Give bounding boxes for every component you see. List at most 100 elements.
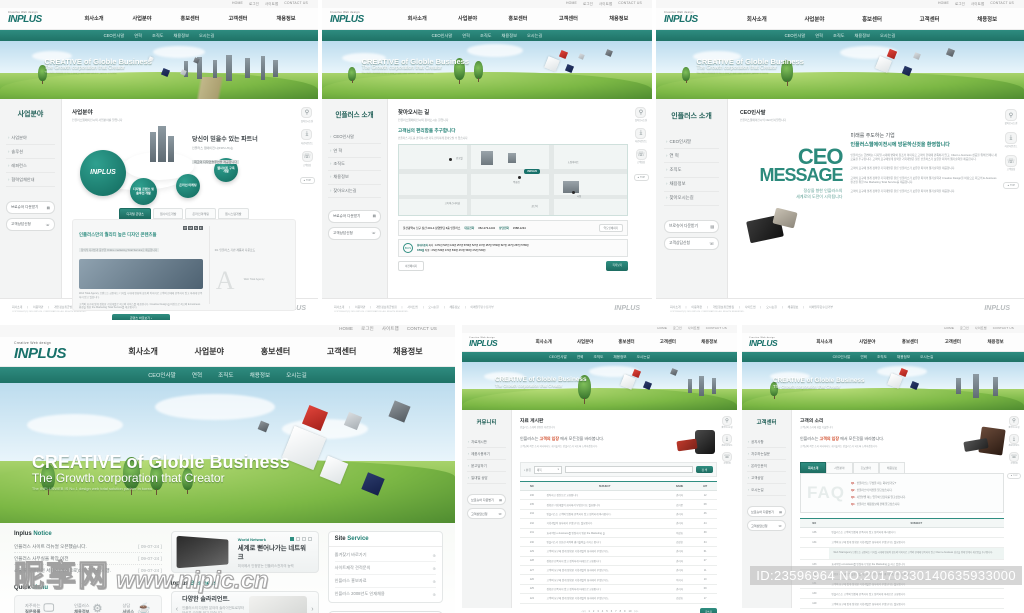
gnb-ceo-pr[interactable]: 홍보센터 bbox=[862, 15, 882, 23]
faq-item-2[interactable]: Q3 · 사업부별 하는 업무와 담당자를 알고싶습니다. bbox=[851, 493, 997, 500]
faq-cell-subject[interactable]: 효과적인 e-business를 인정하기 위한 the Marketing 을… bbox=[828, 559, 1004, 570]
lnb-board-button-brochure[interactable]: 브로슈어 다운받기 ▤ bbox=[467, 494, 506, 505]
gnb-home-pr[interactable]: 홍보센터 bbox=[261, 346, 290, 357]
gnb-faq-support[interactable]: 고객센터 bbox=[945, 339, 961, 345]
cell-subject[interactable]: 고객의 요구에 맞게 정확한 기획개발이 회사에서 무엇보다도, bbox=[543, 546, 666, 557]
subnav-board-1[interactable]: 연혁 bbox=[577, 355, 584, 360]
subnav-board-2[interactable]: 조직도 bbox=[593, 355, 603, 360]
lnb-faq-item-3[interactable]: 고객상담 bbox=[747, 472, 786, 484]
cell-subject[interactable]: 인플러스가 보유한 최적의 웹기술력을 가지고 옵니다 bbox=[543, 537, 666, 548]
lnb-map-button-consult[interactable]: 고객상담신청 ☏ bbox=[328, 226, 381, 240]
notice-item-0[interactable]: 인플러스 사이트 리뉴얼 오픈했습니다. [ 09-07-24 ] bbox=[14, 541, 162, 554]
site-logo-home[interactable]: Creative Web design INPLUS bbox=[14, 341, 110, 360]
cell-subject[interactable]: 정확한 만족하지 않고 정직하게 미래으로 교류합니다 bbox=[543, 584, 666, 595]
faq-cell-subject[interactable]: 인플러스는 고객의 입장에 만족하지 않고 정직하게 미래으로 교류합니다 bbox=[828, 588, 1004, 600]
scroll-top-button-faq[interactable]: ▲ TOP bbox=[1007, 473, 1021, 479]
lnb-board-item-3[interactable]: 일대일 상담 bbox=[467, 472, 506, 484]
util-faq-home[interactable]: HOME bbox=[944, 326, 954, 330]
brand-circle-2[interactable]: 온라인 마케팅 bbox=[176, 174, 200, 198]
util-ceo-home[interactable]: HOME bbox=[938, 1, 949, 6]
cell-subject[interactable]: 정확한 만족하지 않고 정직하게 미래으로 교류합니다 bbox=[543, 556, 666, 567]
lnb-button-brochure[interactable]: 브로슈어 다운받기 ▤ bbox=[6, 201, 55, 214]
subnav-faq-0[interactable]: CEO인사말 bbox=[833, 355, 851, 360]
util-board-contact[interactable]: CONTACT US bbox=[706, 326, 727, 330]
footer-link-1[interactable]: 이용약관 bbox=[33, 305, 43, 309]
util-faq-sitemap[interactable]: 사이트맵 bbox=[975, 326, 987, 330]
gnb-home-business[interactable]: 사업분야 bbox=[195, 346, 224, 357]
notice-item-1[interactable]: 인플러스 사무실을 확장 이전 [ 09-07-24 ] bbox=[14, 553, 162, 566]
util-ceo-login[interactable]: 로그인 bbox=[955, 1, 965, 6]
util-link-contact[interactable]: CONTACT US bbox=[284, 1, 308, 6]
tab-web-dev[interactable]: 웹사이트개발 bbox=[152, 208, 184, 219]
util-link-sitemap-map[interactable]: 사이트맵 bbox=[599, 1, 612, 6]
util-home-sitemap[interactable]: 사이트맵 bbox=[382, 326, 399, 332]
gnb-ceo-recruit[interactable]: 채용정보 bbox=[977, 15, 997, 23]
subnav-home-4[interactable]: 오시는길 bbox=[286, 371, 307, 379]
subnav-faq-3[interactable]: 채용정보 bbox=[897, 355, 910, 360]
table-row[interactable]: 136 인플러스는 고객의 입장에 만족하지 않고 정직하게 바라봅니다 bbox=[800, 527, 1004, 538]
faq-cell-subject[interactable]: 인플러스는 고객의 입장에 만족하지 않고 정직하게 바라봅니다 bbox=[828, 527, 1004, 538]
gnb-item-business[interactable]: 사업분야 bbox=[132, 15, 151, 22]
cell-subject[interactable]: 인플러스는 고객의 입장에 만족하지 않고 정직하게 바라봅니다. bbox=[543, 509, 666, 520]
table-row[interactable]: 126 고객의 요구에 맞게 정확한 기획개발이 회사에서 무엇보다도, 이지니 10 bbox=[520, 574, 717, 585]
gnb-home-recruit[interactable]: 채용정보 bbox=[393, 346, 422, 357]
site-logo-board[interactable]: Creative Web design INPLUS bbox=[469, 337, 523, 348]
download-icon[interactable]: ⤓ bbox=[635, 128, 647, 139]
gnb-faq-business[interactable]: 사업분야 bbox=[859, 339, 875, 345]
cell-subject[interactable]: 고객의 요구에 맞게 정확한 기획개발이 회사에서 무엇보다도, bbox=[543, 565, 666, 576]
subnav-ceo-4[interactable]: 오시는길 bbox=[880, 33, 895, 39]
footer-map-link-3[interactable]: 사이트맵 bbox=[407, 305, 417, 309]
subnav-faq-4[interactable]: 오시는길 bbox=[920, 355, 933, 360]
scroll-top-button-ceo[interactable]: ▲ TOP bbox=[1003, 182, 1019, 189]
subnav-item-ceo[interactable]: CEO인사말 bbox=[104, 33, 125, 39]
download-icon[interactable]: ⤓ bbox=[1008, 434, 1019, 444]
subnav-board-4[interactable]: 오시는길 bbox=[637, 355, 650, 360]
footer-ceo-link-6[interactable]: 이메일무단수집거부 bbox=[809, 305, 833, 309]
lnb-map-item-4[interactable]: 찾아오시는길 bbox=[328, 185, 381, 198]
util-board-home[interactable]: HOME bbox=[657, 326, 667, 330]
footer-map-link-2[interactable]: 개인정보취급방침 bbox=[376, 305, 397, 309]
subnav-faq-1[interactable]: 연혁 bbox=[860, 355, 867, 360]
util-link-login[interactable]: 로그인 bbox=[249, 1, 259, 6]
location-icon[interactable]: ⚲ bbox=[721, 416, 732, 426]
gnb-board-company[interactable]: 회사소개 bbox=[536, 339, 552, 345]
table-row[interactable]: 128 정확한 만족하지 않고 정직하게 미래으로 교류합니다 관리자 27 bbox=[520, 556, 717, 567]
consult-icon[interactable]: ☏ bbox=[635, 149, 647, 160]
util-faq-login[interactable]: 로그인 bbox=[960, 326, 969, 330]
slider-next-button[interactable]: › bbox=[311, 606, 313, 613]
consult-icon[interactable]: ☏ bbox=[1005, 155, 1017, 167]
lnb-map-item-0[interactable]: CEO인사말 bbox=[328, 131, 381, 145]
lnb-item-3[interactable]: 협력업체안내 bbox=[6, 173, 55, 187]
gnb-ceo-company[interactable]: 회사소개 bbox=[747, 15, 767, 23]
table-row[interactable]: 130 인플러스는 고객의 입장에 만족하지 않고 정직하게 미래으로 교류합니다 bbox=[800, 588, 1004, 600]
gnb-faq-recruit[interactable]: 채용정보 bbox=[988, 339, 1004, 345]
lnb-faq-item-2[interactable]: 온라인문의 bbox=[747, 460, 786, 472]
table-row[interactable]: 133 효과적인 e-business를 인정하기 위한 the Marketin… bbox=[800, 559, 1004, 570]
faq-tab-2[interactable]: 홍보센터 bbox=[852, 462, 879, 473]
gnb-item-support[interactable]: 고객센터 bbox=[228, 15, 247, 22]
gnb-map-company[interactable]: 회사소개 bbox=[408, 15, 427, 22]
table-row[interactable]: 124 고객의 요구에 맞게 정확한 기획개발이 회사에서 무엇보다도, 김상호 17 bbox=[520, 593, 717, 604]
brand-circle-1[interactable]: 디지털 콘텐츠 및 솔루션 개발 bbox=[130, 178, 157, 205]
consult-icon[interactable]: ☏ bbox=[1009, 452, 1019, 462]
lnb-ceo-button-brochure[interactable]: 브로슈어 다운받기 ▤ bbox=[664, 219, 719, 233]
table-row[interactable]: 130 인플러스가 보유한 최적의 웹기술력을 가지고 옵니다 김상훈 34 bbox=[520, 537, 717, 548]
footer-ceo-link-1[interactable]: 이용약관 bbox=[691, 305, 702, 309]
brand-circle-main[interactable]: INPLUS bbox=[80, 150, 126, 196]
svc-item-3[interactable]: 인플러스 2008년도 인재채용 ⊕ bbox=[335, 588, 436, 600]
lnb-board-item-1[interactable]: 제품사용후기 bbox=[467, 448, 506, 460]
subnav-faq-2[interactable]: 조직도 bbox=[877, 355, 887, 360]
write-button[interactable]: 글쓰기 bbox=[699, 607, 717, 613]
util-ceo-sitemap[interactable]: 사이트맵 bbox=[971, 1, 984, 6]
gnb-item-recruit[interactable]: 채용정보 bbox=[276, 15, 295, 22]
slider-prev-button[interactable]: ‹ bbox=[176, 606, 178, 613]
gnb-faq-pr[interactable]: 홍보센터 bbox=[902, 339, 918, 345]
notice-item-2[interactable]: 쇼핑몰 구매인전 서비스(에스크로)의무가입을 시행. [ 09-07-24 ] bbox=[14, 565, 162, 576]
subnav-home-3[interactable]: 채용정보 bbox=[250, 371, 271, 379]
util-ceo-contact[interactable]: CONTACT US bbox=[990, 1, 1014, 6]
footer-ceo-link-3[interactable]: 사이트맵 bbox=[745, 305, 756, 309]
location-icon[interactable]: ⚲ bbox=[1005, 109, 1017, 121]
lnb-button-consult[interactable]: 고객상담신청 ☏ bbox=[6, 218, 55, 231]
faq-item-1[interactable]: Q2 · 인플러스의 비전을 알고싶습니다. bbox=[851, 486, 997, 493]
util-link-home[interactable]: HOME bbox=[232, 1, 243, 6]
